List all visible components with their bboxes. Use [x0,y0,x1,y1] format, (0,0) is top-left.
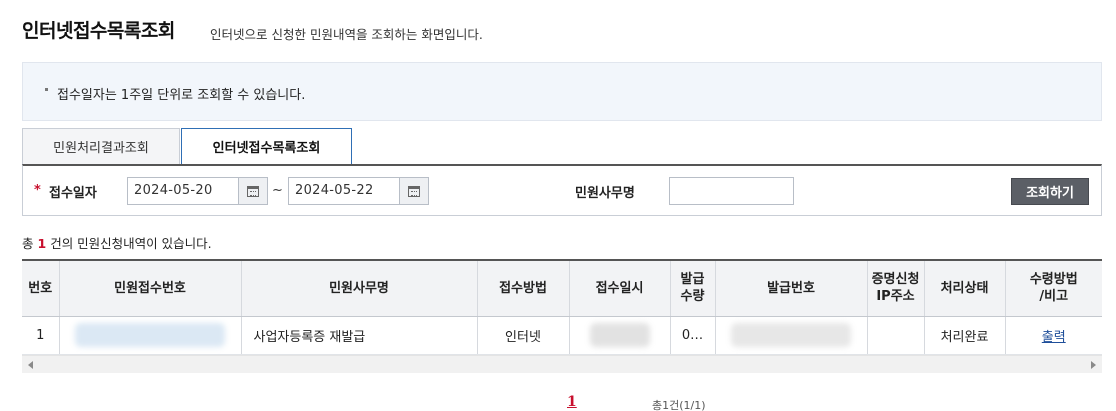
range-separator: ~ [272,183,283,198]
tab-bar: 민원처리결과조회 인터넷접수목록조회 [22,128,1102,165]
cell-issue-no [714,316,867,355]
result-count-number: 1 [37,236,47,251]
cell-received-at [568,316,670,355]
cell-status: 처리완료 [923,316,1005,355]
date-to-calendar-button[interactable] [399,178,428,204]
cell-office-name: 사업자등록증 재발급 [240,316,477,355]
date-to-field[interactable]: 2024-05-22 [288,177,429,205]
pager-total: 총1건(1/1) [652,399,706,411]
result-count-prefix: 총 [22,236,34,251]
col-header-method: 접수방법 [476,260,569,317]
page-title: 인터넷접수목록조회 [22,20,175,42]
redacted-received-at [589,323,650,347]
col-header-received-at: 접수일시 [568,260,670,317]
date-to-input[interactable]: 2024-05-22 [289,178,399,204]
cell-receipt-no [58,316,241,355]
result-count-suffix: 건의 민원신청내역이 있습니다. [50,236,212,251]
date-from-input[interactable]: 2024-05-20 [128,178,238,204]
receipt-date-label: 접수일자 [49,186,97,201]
tab-complaint-result[interactable]: 민원처리결과조회 [22,128,180,165]
col-header-pickup: 수령방법 /비고 [1004,260,1102,317]
scroll-right-icon[interactable] [1091,361,1096,369]
page-link-1[interactable]: 1 [567,394,577,410]
redacted-receipt-no [75,323,225,347]
cell-issue-qty: 0… [669,316,715,355]
calendar-icon [408,185,420,197]
bullet-icon [45,88,48,91]
notice-text: 접수일자는 1주일 단위로 조회할 수 있습니다. [57,88,306,103]
col-header-issue-qty: 발급 수량 [669,260,715,317]
notice-box: 접수일자는 1주일 단위로 조회할 수 있습니다. [22,62,1102,121]
cell-method: 인터넷 [476,316,569,355]
office-name-label: 민원사무명 [575,186,635,201]
required-mark: * [34,183,41,198]
print-link[interactable]: 출력 [1042,330,1066,345]
col-header-no: 번호 [22,260,59,317]
col-header-ip: 증명신청 IP주소 [866,260,924,317]
search-button[interactable]: 조회하기 [1011,178,1089,205]
col-header-office-name: 민원사무명 [240,260,477,317]
tab-internet-receipt-list[interactable]: 인터넷접수목록조회 [181,128,352,165]
receipt-table: 번호 민원접수번호 민원사무명 접수방법 접수일시 발급 수량 발급번호 증명신… [22,259,1102,355]
result-count: 총 1 건의 민원신청내역이 있습니다. [22,233,212,252]
date-from-field[interactable]: 2024-05-20 [127,177,268,205]
office-name-input[interactable] [669,177,794,205]
col-header-status: 처리상태 [923,260,1005,317]
col-header-receipt-no: 민원접수번호 [58,260,241,317]
page-description: 인터넷으로 신청한 민원내역을 조회하는 화면입니다. [210,27,483,42]
calendar-icon [247,185,259,197]
cell-pickup: 출력 [1004,316,1102,355]
table-header-row: 번호 민원접수번호 민원사무명 접수방법 접수일시 발급 수량 발급번호 증명신… [22,260,1102,317]
horizontal-scrollbar[interactable] [22,355,1102,373]
search-panel: * 접수일자 2024-05-20 ~ 2024-05-22 민원사무명 조회하… [22,164,1102,216]
redacted-issue-no [731,323,851,347]
col-header-issue-no: 발급번호 [714,260,867,317]
date-from-calendar-button[interactable] [238,178,267,204]
scroll-left-icon[interactable] [28,361,33,369]
table-row: 1 사업자등록증 재발급 인터넷 0… 처리완료 출력 [22,316,1102,355]
cell-ip [866,316,924,355]
cell-no: 1 [22,316,59,355]
